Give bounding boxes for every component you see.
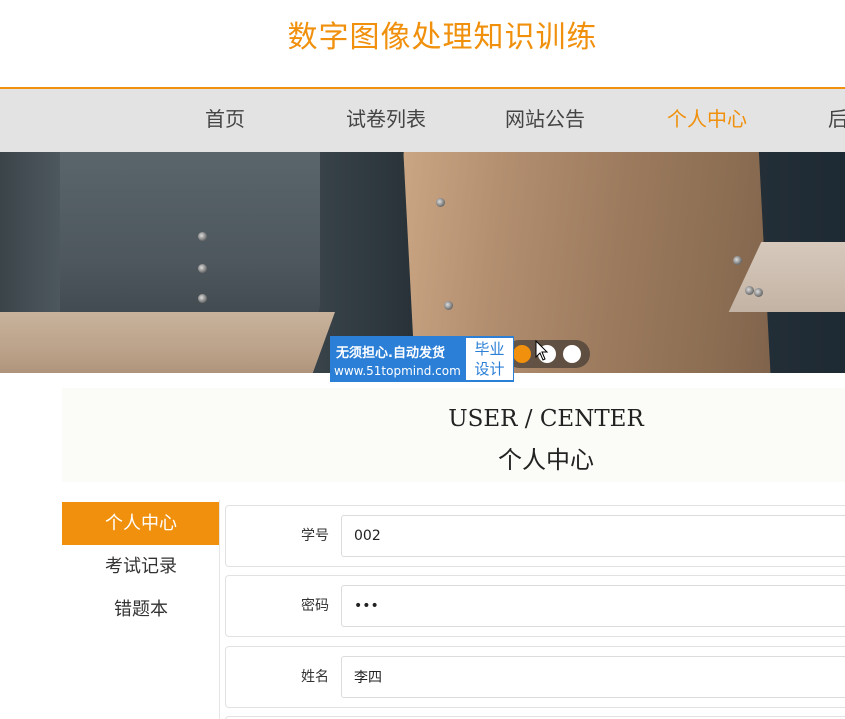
nav-item-personal-center[interactable]: 个人中心 — [667, 89, 747, 152]
watermark-url: www.51topmind.com — [334, 364, 461, 378]
bolt-icon — [198, 232, 207, 241]
sidebar-divider — [219, 500, 220, 719]
bolt-icon — [436, 198, 445, 207]
sidebar-item-personal-center[interactable]: 个人中心 — [62, 502, 220, 545]
student-id-input[interactable] — [341, 515, 845, 557]
password-input[interactable] — [341, 585, 845, 627]
mouse-cursor-icon — [535, 340, 549, 361]
name-label: 姓名 — [301, 669, 329, 685]
section-title-cn: 个人中心 — [498, 446, 594, 474]
watermark-badge-line1: 毕业 — [474, 340, 505, 358]
watermark-graduation-badge: 毕业 设计 — [466, 338, 513, 380]
main-nav: 首页 试卷列表 网站公告 个人中心 后 — [0, 87, 845, 152]
name-input[interactable] — [341, 656, 845, 698]
site-title: 数字图像处理知识训练 — [287, 20, 598, 55]
watermark-badge-line2: 设计 — [474, 360, 505, 378]
sidebar-item-wrong-questions[interactable]: 错题本 — [62, 588, 220, 631]
bolt-icon — [745, 286, 754, 295]
student-id-label: 学号 — [301, 528, 329, 544]
sidebar-item-exam-records[interactable]: 考试记录 — [62, 545, 220, 588]
form-row-name: 姓名 — [225, 646, 845, 708]
form-row-student-id: 学号 — [225, 505, 845, 567]
watermark-badge: 无须担心.自动发货 www.51topmind.com 毕业 设计 — [330, 336, 514, 382]
bolt-icon — [444, 301, 453, 310]
nav-item-exam-list[interactable]: 试卷列表 — [346, 89, 426, 152]
watermark-line1: 无须担心.自动发货 — [336, 346, 445, 361]
watermark-text: 无须担心.自动发货 www.51topmind.com — [331, 337, 465, 381]
nav-item-home[interactable]: 首页 — [205, 89, 245, 152]
section-header: USER / CENTER 个人中心 — [62, 388, 845, 482]
bolt-icon — [198, 294, 207, 303]
bolt-icon — [754, 288, 763, 297]
banner-photo-desk — [0, 312, 335, 373]
bolt-icon — [733, 256, 742, 265]
password-label: 密码 — [301, 598, 329, 614]
carousel-dot-1[interactable] — [513, 345, 531, 363]
bolt-icon — [198, 264, 207, 273]
section-title-en: USER / CENTER — [448, 406, 644, 432]
form-row-password: 密码 — [225, 575, 845, 637]
nav-item-announcements[interactable]: 网站公告 — [505, 89, 585, 152]
nav-item-backend[interactable]: 后 — [828, 89, 845, 152]
carousel-dot-3[interactable] — [563, 345, 581, 363]
